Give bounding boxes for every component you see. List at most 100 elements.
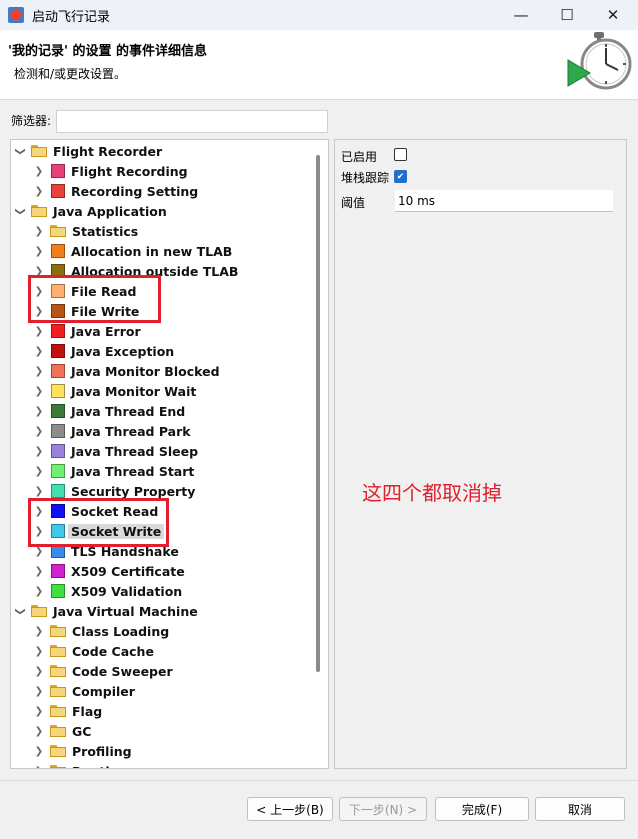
chevron-down-icon[interactable]: ❯ <box>15 144 26 158</box>
header-title: '我的记录' 的设置 的事件详细信息 <box>8 44 208 59</box>
tree-item[interactable]: ❯ Java Monitor Wait <box>32 381 197 401</box>
tree-item[interactable]: ❯ Java Thread End <box>32 401 185 421</box>
tree-item-label: Flag <box>72 703 103 719</box>
tree-item[interactable]: ❯ Recording Setting <box>32 181 198 201</box>
chevron-right-icon[interactable]: ❯ <box>32 346 46 357</box>
chevron-right-icon[interactable]: ❯ <box>32 546 46 557</box>
close-button[interactable]: ✕ <box>590 0 636 30</box>
filter-label: 筛选器: <box>11 114 52 128</box>
minimize-button[interactable]: — <box>498 0 544 30</box>
tree-item-label: Compiler <box>72 683 135 699</box>
tree-item-label: Java Thread Start <box>71 463 195 479</box>
header-description: 检测和/或更改设置。 <box>14 67 127 81</box>
chevron-right-icon[interactable]: ❯ <box>32 626 46 637</box>
tree-item[interactable]: ❯ Java Monitor Blocked <box>32 361 220 381</box>
chevron-right-icon[interactable]: ❯ <box>32 166 46 177</box>
tree-item[interactable]: ❯ Java Exception <box>32 341 174 361</box>
finish-button[interactable]: 完成(F) <box>435 797 529 821</box>
folder-icon <box>50 645 66 657</box>
chevron-right-icon[interactable]: ❯ <box>32 446 46 457</box>
chevron-right-icon[interactable]: ❯ <box>32 726 46 737</box>
folder-icon <box>31 145 47 157</box>
tree-item-label: Security Property <box>71 483 196 499</box>
tree-item[interactable]: ❯ Profiling <box>32 741 132 761</box>
chevron-right-icon[interactable]: ❯ <box>32 746 46 757</box>
event-color-swatch <box>51 484 65 498</box>
chevron-right-icon[interactable]: ❯ <box>32 226 46 237</box>
tree-item-label: Java Monitor Blocked <box>71 363 220 379</box>
tree-group[interactable]: ❯ Flight Recorder <box>13 141 163 161</box>
tree-item[interactable]: ❯ GC <box>32 721 92 741</box>
chevron-right-icon[interactable]: ❯ <box>32 466 46 477</box>
highlight-socket-events <box>28 498 169 547</box>
tree-item[interactable]: ❯ Java Error <box>32 321 141 341</box>
tree-item-label: Java Monitor Wait <box>71 383 197 399</box>
tree-group[interactable]: ❯ Java Application <box>13 201 167 221</box>
tree-item-label: Runtime <box>72 764 131 769</box>
chevron-right-icon[interactable]: ❯ <box>32 186 46 197</box>
chevron-right-icon[interactable]: ❯ <box>32 666 46 677</box>
stacktrace-checkbox[interactable]: ✔ <box>394 170 407 183</box>
chevron-right-icon[interactable]: ❯ <box>32 246 46 257</box>
chevron-right-icon[interactable]: ❯ <box>32 586 46 597</box>
tree-group-label: Java Application <box>53 203 167 219</box>
checkmark-icon: ✔ <box>396 171 405 182</box>
chevron-right-icon[interactable]: ❯ <box>32 706 46 717</box>
tree-item[interactable]: ❯ Statistics <box>32 221 138 241</box>
tree-item[interactable]: ❯ Java Thread Start <box>32 461 195 481</box>
cancel-button[interactable]: 取消 <box>535 797 625 821</box>
tree-item[interactable]: ❯ Compiler <box>32 681 135 701</box>
chevron-right-icon[interactable]: ❯ <box>32 646 46 657</box>
chevron-right-icon[interactable]: ❯ <box>32 686 46 697</box>
event-tree[interactable]: ❯ Flight Recorder ❯ Flight Recording ❯ Record… <box>10 139 329 769</box>
chevron-right-icon[interactable]: ❯ <box>32 386 46 397</box>
next-button[interactable]: 下一步(N) > <box>339 797 427 821</box>
title-bar: 启动飞行记录 — ☐ ✕ <box>0 0 638 30</box>
chevron-down-icon[interactable]: ❯ <box>15 204 26 218</box>
enabled-checkbox[interactable] <box>394 148 407 161</box>
tree-item-label: Java Thread Park <box>71 423 191 439</box>
event-color-swatch <box>51 464 65 478</box>
tree-item[interactable]: ❯ Code Cache <box>32 641 154 661</box>
tree-item-label: Code Sweeper <box>72 663 173 679</box>
event-color-swatch <box>51 584 65 598</box>
tree-item[interactable]: ❯ Java Thread Park <box>32 421 191 441</box>
back-button[interactable]: < 上一步(B) <box>247 797 333 821</box>
tree-group-label: Java Virtual Machine <box>53 603 198 619</box>
tree-item[interactable]: ❯ X509 Certificate <box>32 561 185 581</box>
threshold-label: 阈值 <box>341 196 366 210</box>
tree-item[interactable]: ❯ Code Sweeper <box>32 661 173 681</box>
tree-item[interactable]: ❯ Runtime <box>32 761 131 769</box>
chevron-right-icon[interactable]: ❯ <box>32 366 46 377</box>
chevron-down-icon[interactable]: ❯ <box>15 604 26 618</box>
tree-item[interactable]: ❯ Class Loading <box>32 621 169 641</box>
tree-item[interactable]: ❯ Java Thread Sleep <box>32 441 198 461</box>
tree-item[interactable]: ❯ X509 Validation <box>32 581 182 601</box>
tree-scrollbar[interactable] <box>316 155 320 672</box>
tree-group-label: Flight Recorder <box>53 143 163 159</box>
tree-item[interactable]: ❯ Flight Recording <box>32 161 188 181</box>
chevron-right-icon[interactable]: ❯ <box>32 426 46 437</box>
chevron-right-icon[interactable]: ❯ <box>32 406 46 417</box>
chevron-right-icon[interactable]: ❯ <box>32 326 46 337</box>
tree-item[interactable]: ❯ Flag <box>32 701 102 721</box>
tree-item-label: Class Loading <box>72 623 170 639</box>
filter-input[interactable] <box>56 110 328 133</box>
folder-icon <box>50 665 66 677</box>
tree-item[interactable]: ❯ Allocation in new TLAB <box>32 241 232 261</box>
wizard-header: '我的记录' 的设置 的事件详细信息 检测和/或更改设置。 <box>0 30 638 100</box>
event-color-swatch <box>51 324 65 338</box>
tree-item-label: Java Error <box>71 323 141 339</box>
threshold-input[interactable] <box>395 190 613 212</box>
tree-item-label: Java Exception <box>71 343 175 359</box>
chevron-right-icon[interactable]: ❯ <box>32 486 46 497</box>
event-color-swatch <box>51 424 65 438</box>
tree-item-label: X509 Validation <box>71 583 183 599</box>
tree-group[interactable]: ❯ Java Virtual Machine <box>13 601 198 621</box>
enabled-label: 已启用 <box>341 150 378 164</box>
maximize-button[interactable]: ☐ <box>544 0 590 30</box>
event-color-swatch <box>51 344 65 358</box>
chevron-right-icon[interactable]: ❯ <box>32 766 46 769</box>
tree-item-label: Code Cache <box>72 643 154 659</box>
chevron-right-icon[interactable]: ❯ <box>32 566 46 577</box>
